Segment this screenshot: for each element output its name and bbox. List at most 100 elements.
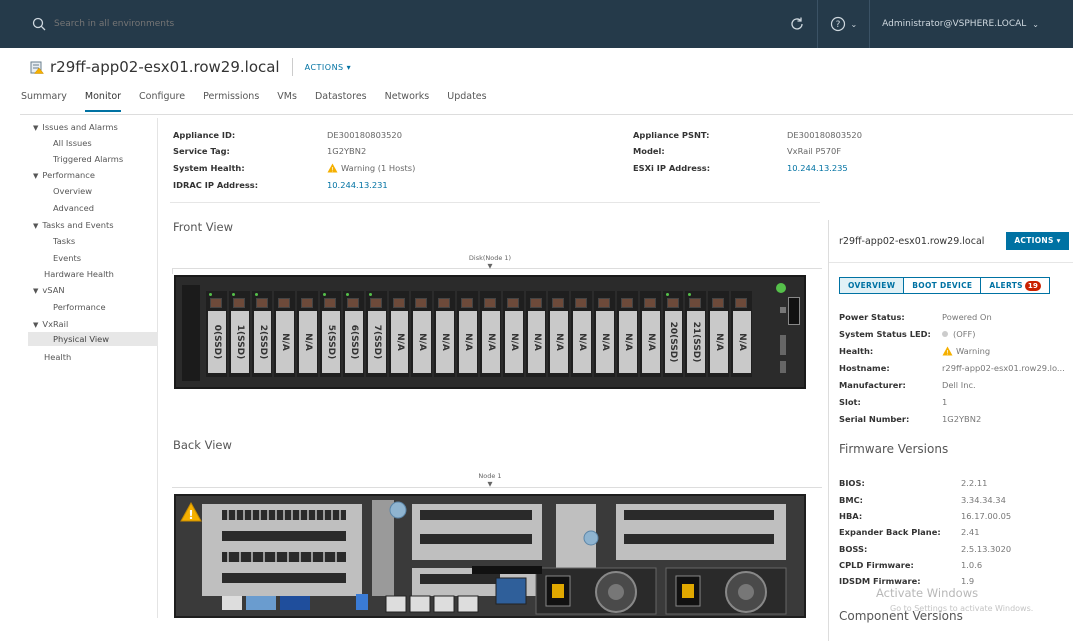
disk-bay[interactable]: N/A — [502, 291, 524, 377]
disk-bay[interactable]: 7(SSD) — [365, 291, 387, 377]
nav-performance[interactable]: ▼ Performance — [33, 170, 95, 180]
disk-bay[interactable]: N/A — [731, 291, 752, 377]
disk-bay[interactable]: N/A — [525, 291, 547, 377]
nav-health[interactable]: Health — [44, 352, 71, 362]
disk-bay[interactable]: N/A — [571, 291, 593, 377]
tab-networks[interactable]: Networks — [385, 88, 430, 112]
nav-vsan-performance[interactable]: Performance — [53, 302, 106, 312]
top-bar-actions: ? ⌄ Administrator@VSPHERE.LOCAL ⌄ — [777, 0, 1051, 48]
disk-bay[interactable]: 0(SSD) — [206, 291, 227, 377]
appliance-psnt-value: DE300180803520 — [787, 130, 862, 140]
tab-updates[interactable]: Updates — [447, 88, 486, 112]
disk-bay[interactable]: N/A — [457, 291, 478, 377]
system-health-value: ! Warning (1 Hosts) — [327, 163, 415, 173]
disk-activity-led — [231, 293, 235, 296]
disk-carrier: 0(SSD) — [208, 311, 226, 373]
disk-label: 20(SSD) — [668, 321, 679, 363]
activation-watermark-subtext: Go to Settings to activate Windows. — [890, 604, 1034, 613]
nav-triggered-alarms[interactable]: Triggered Alarms — [53, 154, 123, 164]
disk-bay[interactable]: N/A — [434, 291, 456, 377]
tab-summary[interactable]: Summary — [21, 88, 67, 112]
disk-bay[interactable]: N/A — [411, 291, 433, 377]
nav-vsan[interactable]: ▼ vSAN — [33, 285, 65, 295]
help-menu[interactable]: ? ⌄ — [818, 0, 869, 48]
disk-bay[interactable]: 20(SSD) — [662, 291, 684, 377]
back-warning-icon[interactable]: ! — [180, 502, 202, 522]
nav-events[interactable]: Events — [53, 253, 81, 263]
chevron-down-icon: ⌄ — [850, 19, 858, 29]
tab-vms[interactable]: VMs — [277, 88, 297, 112]
svg-text:?: ? — [836, 20, 841, 30]
disk-latch — [392, 298, 405, 308]
back-view-title: Back View — [173, 438, 232, 452]
manufacturer-value: Dell Inc. — [942, 380, 976, 390]
status-led-value: (OFF) — [942, 329, 976, 339]
disk-bay[interactable]: N/A — [594, 291, 615, 377]
disk-latch — [552, 298, 565, 308]
disk-bay[interactable]: N/A — [388, 291, 410, 377]
disk-bay[interactable]: N/A — [708, 291, 730, 377]
esxi-ip-label: ESXi IP Address: — [633, 163, 711, 173]
tab-boot-device[interactable]: BOOT DEVICE — [904, 278, 982, 293]
front-view-title: Front View — [173, 220, 234, 234]
warning-icon: ! — [942, 346, 953, 356]
nav-all-issues[interactable]: All Issues — [53, 138, 92, 148]
disk-activity-led — [323, 293, 327, 296]
tab-configure[interactable]: Configure — [139, 88, 185, 112]
nav-vxrail[interactable]: ▼ VxRail — [33, 319, 68, 329]
front-button — [780, 307, 786, 313]
disk-bay[interactable]: N/A — [616, 291, 638, 377]
serial-number-label: Serial Number: — [839, 414, 910, 424]
disk-label: N/A — [554, 333, 565, 351]
global-search[interactable] — [32, 17, 332, 31]
monitor-sidebar: ▼ Issues and Alarms All Issues Triggered … — [28, 118, 158, 618]
idsdm-label: IDSDM Firmware: — [839, 576, 921, 586]
disk-latch — [461, 298, 474, 308]
disk-bay[interactable]: 2(SSD) — [251, 291, 273, 377]
user-menu[interactable]: Administrator@VSPHERE.LOCAL ⌄ — [870, 0, 1051, 48]
actions-menu[interactable]: ACTIONS ▾ — [305, 63, 352, 72]
tab-alerts[interactable]: ALERTS 19 — [981, 278, 1049, 293]
nav-issues-and-alarms[interactable]: ▼ Issues and Alarms — [33, 122, 118, 132]
disk-bay[interactable]: 21(SSD) — [685, 291, 707, 377]
disk-latch — [346, 298, 359, 308]
disk-bay[interactable]: 5(SSD) — [320, 291, 341, 377]
tab-permissions[interactable]: Permissions — [203, 88, 259, 112]
disk-bay[interactable]: N/A — [639, 291, 661, 377]
disk-bay[interactable]: 6(SSD) — [342, 291, 364, 377]
tab-monitor[interactable]: Monitor — [84, 88, 122, 112]
esxi-ip-link[interactable]: 10.244.13.235 — [787, 163, 848, 173]
disk-bay[interactable]: N/A — [479, 291, 501, 377]
nav-physical-view[interactable]: Physical View — [28, 332, 158, 346]
search-input[interactable] — [54, 19, 294, 29]
nav-overview[interactable]: Overview — [53, 186, 92, 196]
disk-bay[interactable]: N/A — [297, 291, 319, 377]
nav-hardware-health[interactable]: Hardware Health — [44, 269, 114, 279]
disk-label: N/A — [394, 333, 405, 351]
serial-number-value: 1G2YBN2 — [942, 414, 982, 424]
disk-bay[interactable]: 1(SSD) — [228, 291, 250, 377]
disk-activity-led — [665, 293, 669, 296]
disk-carrier: N/A — [481, 311, 500, 373]
disk-bay[interactable]: N/A — [548, 291, 570, 377]
disk-bay[interactable]: N/A — [274, 291, 296, 377]
disk-latch — [666, 298, 679, 308]
page-title: r29ff-app02-esx01.row29.local — [50, 58, 280, 76]
refresh-button[interactable] — [777, 0, 817, 48]
disk-latch — [689, 298, 702, 308]
tab-overview[interactable]: OVERVIEW — [840, 278, 905, 293]
tab-datastores[interactable]: Datastores — [315, 88, 367, 112]
nav-advanced[interactable]: Advanced — [53, 203, 94, 213]
caret-down-icon: ▼ — [33, 124, 39, 132]
nav-tasks[interactable]: Tasks — [53, 236, 75, 246]
divider — [172, 268, 173, 274]
disk-carrier: 20(SSD) — [664, 311, 683, 373]
idrac-ip-link[interactable]: 10.244.13.231 — [327, 180, 388, 190]
panel-actions-button[interactable]: ACTIONS ▾ — [1006, 232, 1069, 250]
disk-label: N/A — [440, 333, 451, 351]
server-front-chassis: 0(SSD) 1(SSD) 2(SSD) N/A N/A 5(SSD) 6(SSD) 7(SS… — [174, 275, 806, 389]
service-tag-value: 1G2YBN2 — [327, 146, 367, 156]
divider — [291, 58, 293, 76]
disk-bays: 0(SSD) 1(SSD) 2(SSD) N/A N/A 5(SSD) 6(SSD) 7(SS… — [206, 291, 754, 377]
nav-tasks-and-events[interactable]: ▼ Tasks and Events — [33, 220, 114, 230]
